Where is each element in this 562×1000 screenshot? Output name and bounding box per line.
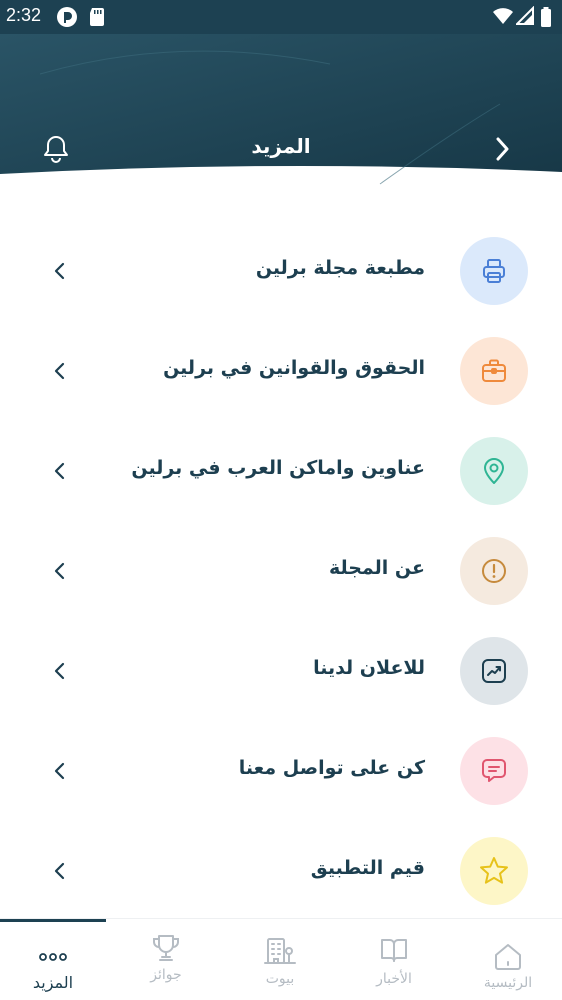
nav-tab-news[interactable]: الأخبار xyxy=(341,919,447,1000)
chevron-left-icon xyxy=(54,562,65,580)
nav-tab-houses[interactable]: بيوت xyxy=(227,919,333,1000)
menu-item-label: الحقوق والقوانين في برلين xyxy=(163,357,425,379)
menu-item-label: مطبعة مجلة برلين xyxy=(255,257,425,279)
menu-item-contact[interactable]: كن على تواصل معنا xyxy=(0,721,562,821)
chevron-left-icon xyxy=(54,662,65,680)
menu-item-rights-laws[interactable]: الحقوق والقوانين في برلين xyxy=(0,321,562,421)
star-icon xyxy=(480,857,508,884)
chevron-left-icon xyxy=(54,862,65,880)
header-background xyxy=(0,34,562,185)
menu-icon-circle xyxy=(460,837,528,905)
trending-chart-icon xyxy=(482,659,506,683)
chevron-left-icon xyxy=(54,262,65,280)
book-icon xyxy=(381,939,407,962)
menu-item-label: عن المجلة xyxy=(328,557,425,579)
chat-message-icon xyxy=(482,759,506,782)
notifications-button[interactable] xyxy=(36,129,76,169)
menu-item-rate-app[interactable]: قيم التطبيق xyxy=(0,821,562,921)
status-time: 2:32 xyxy=(6,5,42,25)
building-icon xyxy=(264,938,296,964)
nav-tab-more[interactable]: المزيد xyxy=(0,919,106,1000)
chevron-left-icon xyxy=(54,762,65,780)
location-pin-icon xyxy=(484,458,504,484)
more-dots-icon xyxy=(39,953,67,961)
sd-card-icon xyxy=(90,8,104,26)
trophy-icon xyxy=(153,935,179,961)
home-icon xyxy=(495,944,521,970)
app-notification-icon xyxy=(57,7,77,27)
menu-item-label: قيم التطبيق xyxy=(310,857,425,879)
menu-item-label: كن على تواصل معنا xyxy=(238,757,425,779)
nav-label: بيوت xyxy=(265,971,295,987)
menu-icon-circle xyxy=(460,237,528,305)
status-bar: 2:32 xyxy=(0,0,562,34)
briefcase-icon xyxy=(482,359,506,382)
menu-item-label: عناوين واماكن العرب في برلين xyxy=(131,457,425,479)
cell-signal-icon xyxy=(516,6,534,25)
menu-item-advertise[interactable]: للاعلان لدينا xyxy=(0,621,562,721)
nav-label: الرئيسية xyxy=(483,975,533,991)
chevron-left-icon xyxy=(54,462,65,480)
info-icon xyxy=(482,559,506,583)
menu-icon-circle xyxy=(460,537,528,605)
chevron-left-icon xyxy=(54,362,65,380)
nav-tab-home[interactable]: الرئيسية xyxy=(455,919,561,1000)
page-title: المزيد xyxy=(251,134,311,158)
menu-icon-circle xyxy=(460,437,528,505)
menu-icon-circle xyxy=(460,637,528,705)
bottom-navigation: الرئيسية الأخبار بيوت جوائز المزيد xyxy=(0,918,562,1000)
menu-item-arab-places[interactable]: عناوين واماكن العرب في برلين xyxy=(0,421,562,521)
printer-icon xyxy=(483,259,505,283)
nav-label: المزيد xyxy=(32,973,74,992)
nav-label: الأخبار xyxy=(376,971,412,987)
header: المزيد xyxy=(0,34,562,204)
menu-item-about[interactable]: عن المجلة xyxy=(0,521,562,621)
active-tab-indicator xyxy=(0,919,106,922)
wifi-icon xyxy=(493,8,513,24)
nav-tab-awards[interactable]: جوائز xyxy=(113,919,219,1000)
menu-item-label: للاعلان لدينا xyxy=(313,657,425,679)
menu-item-printing[interactable]: مطبعة مجلة برلين xyxy=(0,221,562,321)
battery-icon xyxy=(541,7,551,27)
nav-label: جوائز xyxy=(150,967,182,983)
menu-icon-circle xyxy=(460,737,528,805)
bell-icon xyxy=(44,136,68,163)
menu-icon-circle xyxy=(460,337,528,405)
